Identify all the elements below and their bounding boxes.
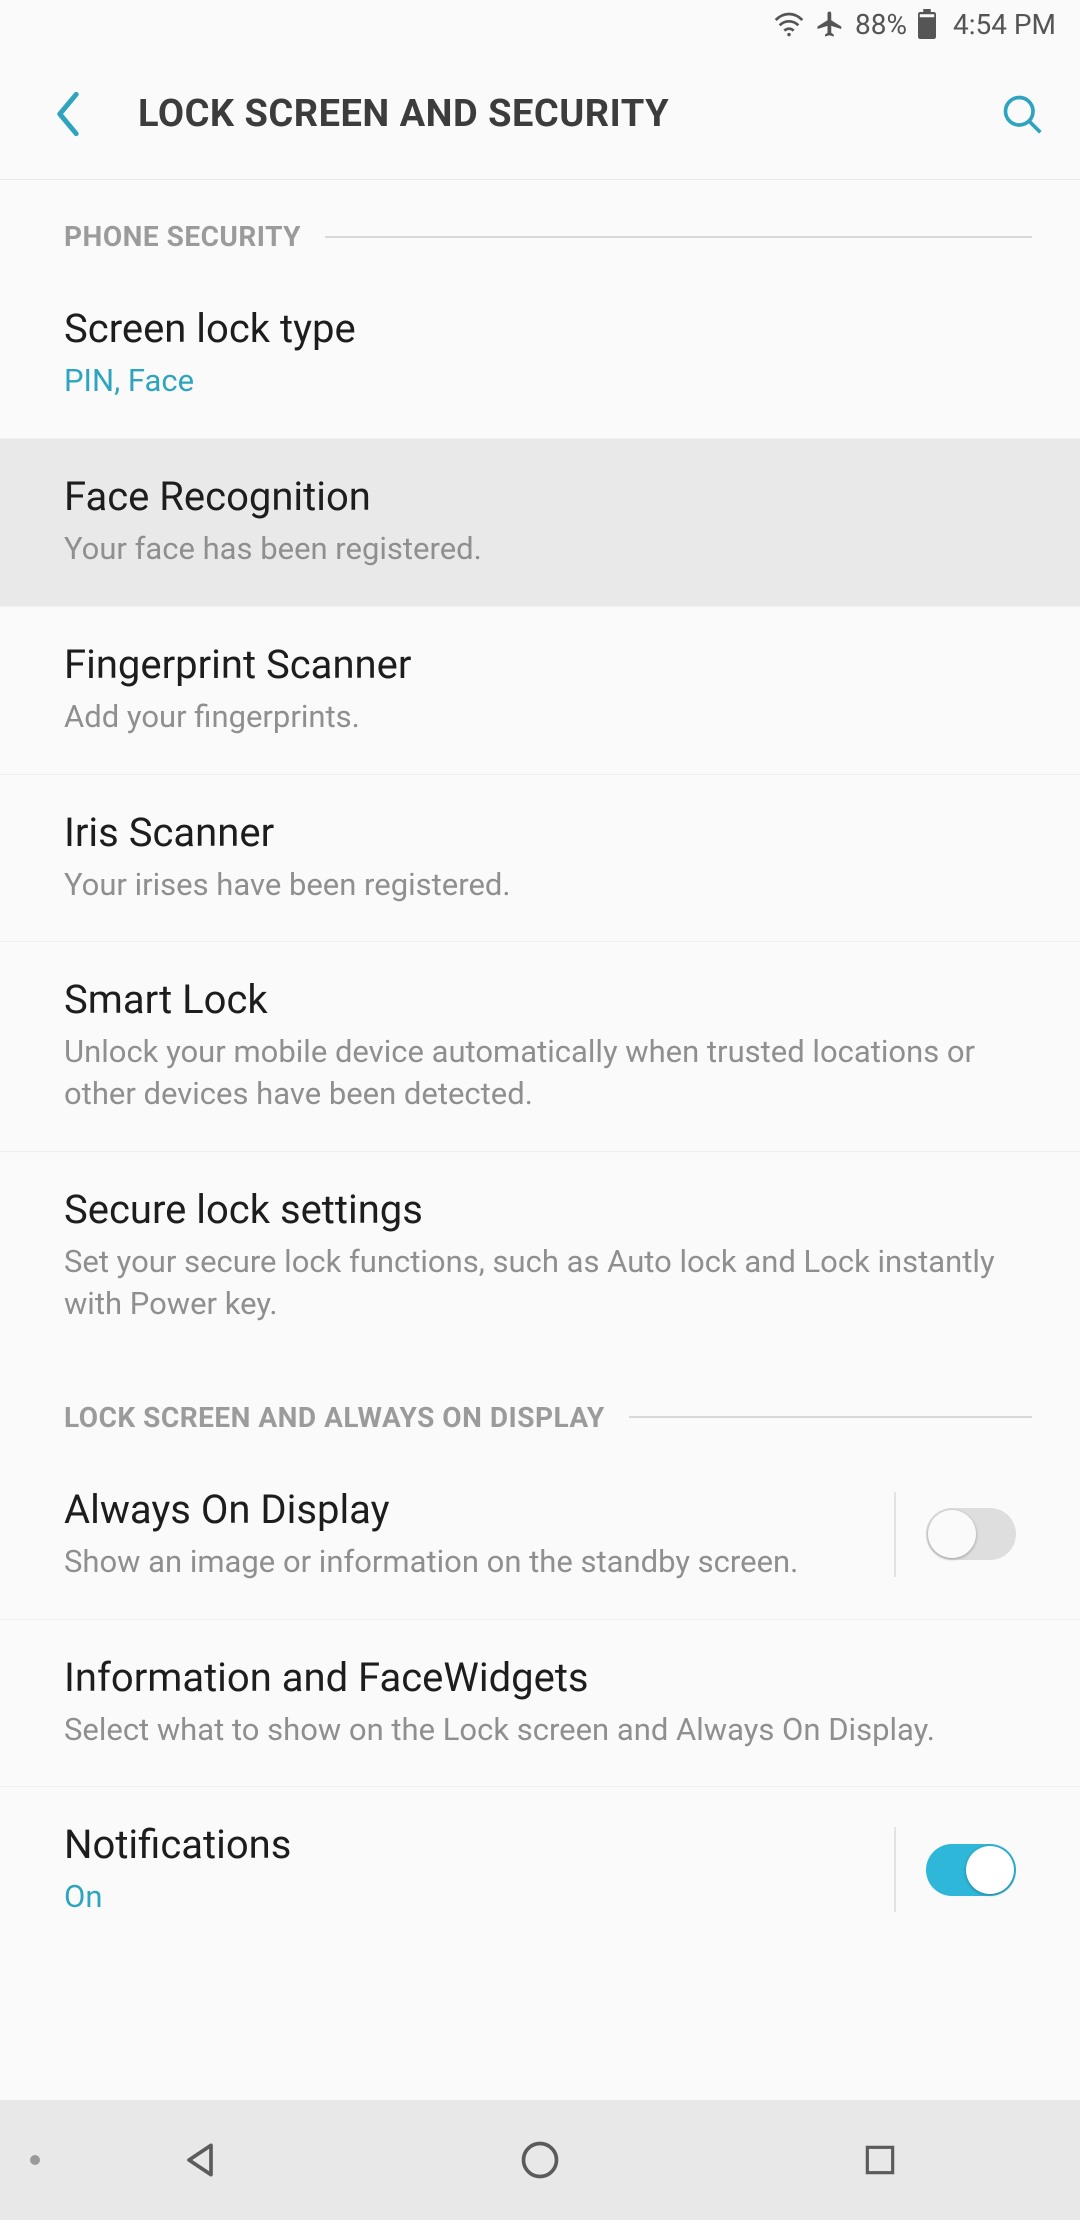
airplane-mode-icon xyxy=(815,9,845,39)
section-label: PHONE SECURITY xyxy=(64,220,301,253)
clock: 4:54 PM xyxy=(953,8,1056,41)
back-button[interactable] xyxy=(40,86,96,142)
nav-recents-button[interactable] xyxy=(790,2141,970,2179)
row-screen-lock-type[interactable]: Screen lock type PIN, Face xyxy=(0,271,1080,439)
section-label: LOCK SCREEN AND ALWAYS ON DISPLAY xyxy=(64,1401,605,1434)
row-secure-lock-settings[interactable]: Secure lock settings Set your secure loc… xyxy=(0,1152,1080,1361)
status-bar: 88% 4:54 PM xyxy=(0,0,1080,48)
row-title: Notifications xyxy=(64,1821,864,1868)
row-title: Information and FaceWidgets xyxy=(64,1654,1016,1701)
toggle-knob xyxy=(966,1846,1014,1894)
row-fingerprint-scanner[interactable]: Fingerprint Scanner Add your fingerprint… xyxy=(0,607,1080,775)
nav-back-button[interactable] xyxy=(110,2138,290,2182)
row-always-on-display[interactable]: Always On Display Show an image or infor… xyxy=(0,1452,1080,1620)
row-notifications[interactable]: Notifications On xyxy=(0,1787,1080,1928)
row-iris-scanner[interactable]: Iris Scanner Your irises have been regis… xyxy=(0,775,1080,943)
row-subtitle: Select what to show on the Lock screen a… xyxy=(64,1709,1016,1751)
nav-indicator-dot xyxy=(30,2155,40,2165)
row-subtitle: On xyxy=(64,1876,864,1918)
row-title: Always On Display xyxy=(64,1486,864,1533)
app-bar: LOCK SCREEN AND SECURITY xyxy=(0,48,1080,180)
section-divider xyxy=(325,236,1032,238)
toggle-notifications[interactable] xyxy=(926,1844,1016,1896)
row-information-facewidgets[interactable]: Information and FaceWidgets Select what … xyxy=(0,1620,1080,1788)
toggle-divider xyxy=(894,1492,896,1577)
row-face-recognition[interactable]: Face Recognition Your face has been regi… xyxy=(0,439,1080,607)
row-title: Smart Lock xyxy=(64,976,1016,1023)
battery-icon xyxy=(917,9,937,39)
row-subtitle: Show an image or information on the stan… xyxy=(64,1541,864,1583)
settings-list[interactable]: PHONE SECURITY Screen lock type PIN, Fac… xyxy=(0,180,1080,2100)
row-subtitle: Your face has been registered. xyxy=(64,528,1016,570)
row-title: Screen lock type xyxy=(64,305,1016,352)
navigation-bar xyxy=(0,2100,1080,2220)
row-title: Fingerprint Scanner xyxy=(64,641,1016,688)
row-title: Iris Scanner xyxy=(64,809,1016,856)
nav-home-button[interactable] xyxy=(450,2138,630,2182)
search-button[interactable] xyxy=(994,86,1050,142)
section-header-lockscreen-aod: LOCK SCREEN AND ALWAYS ON DISPLAY xyxy=(0,1361,1080,1452)
row-title: Face Recognition xyxy=(64,473,1016,520)
section-divider xyxy=(629,1416,1032,1418)
row-smart-lock[interactable]: Smart Lock Unlock your mobile device aut… xyxy=(0,942,1080,1152)
toggle-divider xyxy=(894,1827,896,1912)
row-subtitle: Add your fingerprints. xyxy=(64,696,1016,738)
row-title: Secure lock settings xyxy=(64,1186,1016,1233)
wifi-icon xyxy=(773,10,805,38)
section-header-phone-security: PHONE SECURITY xyxy=(0,180,1080,271)
row-subtitle: Set your secure lock functions, such as … xyxy=(64,1241,1016,1325)
toggle-always-on-display[interactable] xyxy=(926,1508,1016,1560)
page-title: LOCK SCREEN AND SECURITY xyxy=(138,92,994,136)
battery-percent: 88% xyxy=(855,8,907,41)
row-subtitle: PIN, Face xyxy=(64,360,1016,402)
row-subtitle: Your irises have been registered. xyxy=(64,864,1016,906)
row-subtitle: Unlock your mobile device automatically … xyxy=(64,1031,1016,1115)
toggle-knob xyxy=(928,1510,976,1558)
